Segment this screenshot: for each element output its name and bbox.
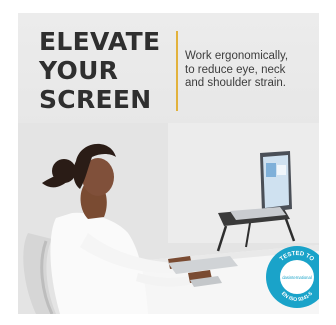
accent-divider <box>176 31 178 111</box>
tagline: Work ergonomically, to reduce eye, neck … <box>185 50 288 91</box>
headline: ELEVATE YOUR SCREEN <box>39 27 160 114</box>
tagline-line-1: Work ergonomically, <box>185 50 289 62</box>
tagline-line-2: to reduce eye, neck <box>185 63 286 76</box>
headline-line-3: SCREEN <box>39 85 152 114</box>
badge-brand: dasinternational <box>282 275 312 280</box>
headline-line-1: ELEVATE <box>39 27 161 56</box>
tagline-line-3: and shoulder strain. <box>185 77 287 89</box>
headline-line-2: YOUR <box>39 56 119 85</box>
tested-to-badge: TESTED TO dasinternational EN ISO 9241-5 <box>266 246 319 308</box>
promo-card: ELEVATE YOUR SCREEN Work ergonomically, … <box>18 13 319 314</box>
